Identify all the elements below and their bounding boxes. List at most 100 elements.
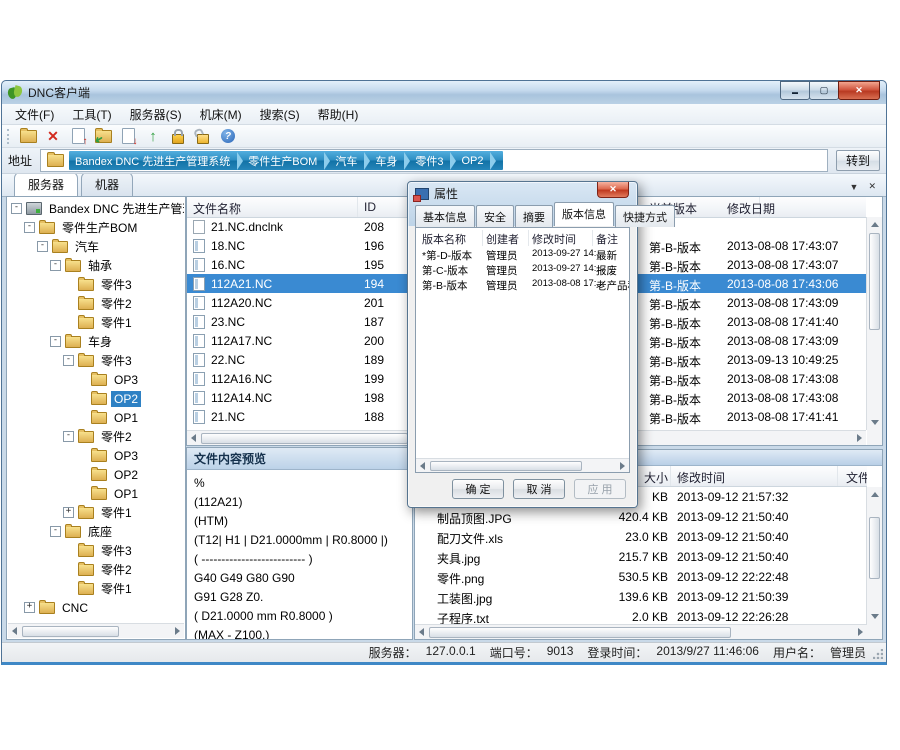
breadcrumb-segment[interactable]: 零件3: [413, 152, 459, 170]
attachments-vertical-scrollbar[interactable]: [866, 487, 882, 624]
ok-button[interactable]: 确 定: [452, 479, 504, 499]
dialog-horizontal-scrollbar[interactable]: [416, 458, 629, 472]
tree-expander[interactable]: +: [24, 602, 35, 613]
tree-item[interactable]: - 零件3: [63, 351, 184, 370]
attachment-row[interactable]: 工装图.jpg 139.6 KB 2013-09-12 21:50:39: [415, 587, 867, 607]
tree-expander[interactable]: -: [50, 336, 61, 347]
tree-item[interactable]: OP2: [76, 465, 184, 484]
menu-item[interactable]: 搜索(S): [251, 104, 309, 125]
tree-expander[interactable]: -: [37, 241, 48, 252]
tree-item[interactable]: OP3: [76, 446, 184, 465]
column-header-time[interactable]: 修改时间: [677, 466, 838, 486]
folder-icon: [78, 317, 94, 329]
column-header-file[interactable]: 文件(&I: [846, 466, 867, 486]
tree-expander[interactable]: -: [11, 203, 22, 214]
attachment-row[interactable]: 夹具.jpg 215.7 KB 2013-09-12 21:50:40: [415, 547, 867, 567]
resize-grip[interactable]: [873, 649, 883, 659]
attachment-row[interactable]: 子程序.txt 2.0 KB 2013-09-12 22:26:28: [415, 607, 867, 624]
go-button[interactable]: 转到: [836, 150, 880, 171]
tree-item[interactable]: - 轴承: [50, 256, 184, 275]
menu-item[interactable]: 工具(T): [63, 104, 120, 125]
tree-item[interactable]: 零件3: [63, 541, 184, 560]
menu-item[interactable]: 文件(F): [6, 104, 63, 125]
version-row[interactable]: 第-C-版本 管理员 2013-09-27 14:... 报废: [416, 262, 629, 277]
version-column-header[interactable]: 修改时间: [532, 230, 593, 246]
tab-server[interactable]: 服务器: [14, 174, 78, 196]
panel-pin-icon[interactable]: ▼: [850, 182, 859, 192]
tree-item[interactable]: 零件1: [63, 313, 184, 332]
tree-item[interactable]: - 汽车: [37, 237, 184, 256]
status-label: 登录时间：: [587, 644, 647, 661]
column-header-name[interactable]: 文件名称: [187, 197, 358, 217]
tree-item[interactable]: 零件2: [63, 560, 184, 579]
folder-icon: [39, 222, 55, 234]
tree-item[interactable]: - 车身: [50, 332, 184, 351]
tree-item[interactable]: - Bandex DNC 先进生产管理系统: [11, 199, 184, 218]
tree-item[interactable]: OP3: [76, 370, 184, 389]
breadcrumb-segment[interactable]: Bandex DNC 先进生产管理系统: [73, 152, 246, 170]
menu-item[interactable]: 机床(M): [191, 104, 251, 125]
dialog-tab[interactable]: 基本信息: [415, 205, 475, 227]
tree-expander[interactable]: -: [50, 260, 61, 271]
tree-item[interactable]: 零件1: [63, 579, 184, 598]
maximize-button[interactable]: [809, 81, 839, 100]
tab-machine[interactable]: 机器: [81, 174, 133, 196]
minimize-button[interactable]: [780, 81, 810, 100]
help-icon[interactable]: [218, 127, 238, 146]
unlock-icon[interactable]: [193, 127, 213, 146]
tree-item[interactable]: 零件3: [63, 275, 184, 294]
version-row[interactable]: 第-B-版本 管理员 2013-08-08 17:... 老产品程序: [416, 277, 629, 292]
address-field[interactable]: Bandex DNC 先进生产管理系统零件生产BOM汽车车身零件3OP2: [40, 149, 828, 172]
tree-item[interactable]: - 零件2: [63, 427, 184, 446]
tree-expander[interactable]: -: [63, 355, 74, 366]
menu-item[interactable]: 服务器(S): [121, 104, 191, 125]
check-in-icon[interactable]: [68, 127, 88, 146]
tree-item[interactable]: + CNC: [24, 598, 184, 617]
tree-item[interactable]: - 底座: [50, 522, 184, 541]
column-header-date[interactable]: 修改日期: [721, 197, 886, 217]
delete-icon[interactable]: ✕: [43, 127, 63, 146]
tree-expander[interactable]: -: [50, 526, 61, 537]
breadcrumb-segment[interactable]: 车身: [373, 152, 413, 170]
dialog-tab[interactable]: 安全: [476, 205, 514, 227]
tree-item[interactable]: 零件2: [63, 294, 184, 313]
version-row[interactable]: *第-D-版本 管理员 2013-09-27 14:... 最新: [416, 247, 629, 262]
send-to-machine-icon[interactable]: [93, 127, 113, 146]
tree-item[interactable]: - 零件生产BOM: [24, 218, 184, 237]
tree-item[interactable]: + 零件1: [63, 503, 184, 522]
folder-icon: [91, 450, 107, 462]
version-column-header[interactable]: 版本名称: [422, 230, 483, 246]
breadcrumb-segment[interactable]: 零件生产BOM: [246, 152, 333, 170]
dialog-tab[interactable]: 摘要: [515, 205, 553, 227]
tree-horizontal-scrollbar[interactable]: [8, 623, 184, 638]
tree-expander[interactable]: -: [24, 222, 35, 233]
breadcrumb-arrow-icon: [324, 152, 330, 170]
dialog-tab[interactable]: 版本信息: [554, 202, 614, 226]
tree-expander[interactable]: -: [63, 431, 74, 442]
panel-close-icon[interactable]: ✕: [868, 181, 876, 192]
lock-icon[interactable]: [168, 127, 188, 146]
attachment-row[interactable]: 制品顶图.JPG 420.4 KB 2013-09-12 21:50:40: [415, 507, 867, 527]
tree-item[interactable]: OP1: [76, 408, 184, 427]
tree-item[interactable]: OP2: [76, 389, 184, 408]
version-column-header[interactable]: 备注: [596, 230, 627, 246]
attachment-time: 2013-09-12 21:50:40: [677, 510, 788, 524]
breadcrumb-segment[interactable]: OP2: [459, 152, 499, 170]
dialog-close-button[interactable]: [597, 182, 629, 198]
attachment-row[interactable]: 零件.png 530.5 KB 2013-09-12 22:22:48: [415, 567, 867, 587]
attachment-row[interactable]: 配刀文件.xls 23.0 KB 2013-09-12 21:50:40: [415, 527, 867, 547]
attachments-horizontal-scrollbar[interactable]: [415, 624, 867, 639]
tree-expander[interactable]: +: [63, 507, 74, 518]
breadcrumb-segment[interactable]: 汽车: [333, 152, 373, 170]
file-list-vertical-scrollbar[interactable]: [866, 217, 882, 430]
dialog-tab[interactable]: 快捷方式: [615, 205, 675, 227]
new-folder-icon[interactable]: [18, 127, 38, 146]
tree-item[interactable]: OP1: [76, 484, 184, 503]
close-button[interactable]: [838, 81, 880, 100]
title-bar[interactable]: DNC客户端: [2, 81, 886, 104]
check-out-icon[interactable]: [118, 127, 138, 146]
version-column-header[interactable]: 创建者: [486, 230, 529, 246]
menu-item[interactable]: 帮助(H): [309, 104, 368, 125]
cancel-button[interactable]: 取 消: [513, 479, 565, 499]
upload-icon[interactable]: ↑: [143, 127, 163, 146]
